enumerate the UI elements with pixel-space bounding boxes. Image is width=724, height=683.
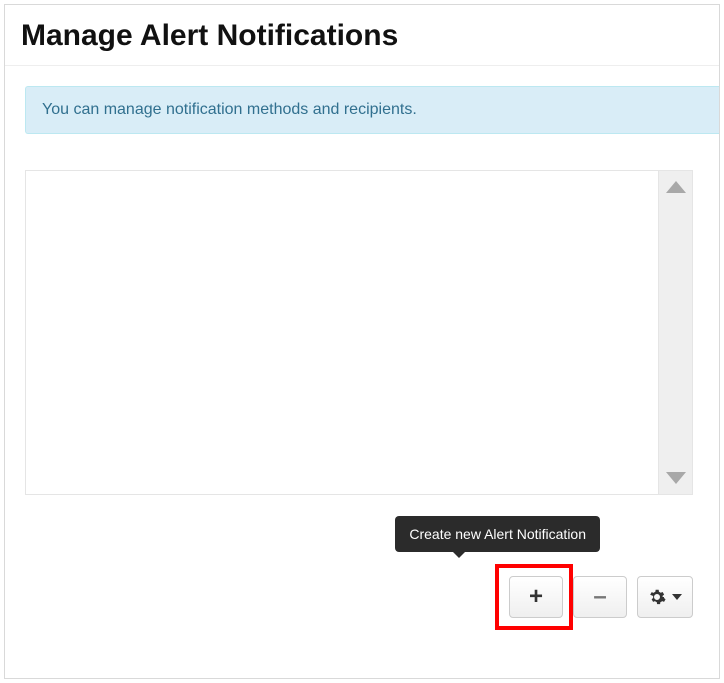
minus-icon: – — [593, 583, 606, 611]
remove-button[interactable]: – — [573, 576, 627, 618]
notification-list-body[interactable] — [26, 171, 658, 494]
scroll-down-icon[interactable] — [666, 472, 686, 484]
add-button[interactable]: + — [509, 576, 563, 618]
content-area: You can manage notification methods and … — [5, 66, 719, 495]
toolbar: + – — [509, 576, 693, 618]
info-banner: You can manage notification methods and … — [25, 86, 719, 134]
settings-button[interactable] — [637, 576, 693, 618]
plus-icon: + — [529, 583, 543, 611]
gear-icon — [648, 588, 666, 606]
notification-list — [25, 170, 693, 495]
page-title: Manage Alert Notifications — [5, 5, 719, 66]
caret-down-icon — [672, 594, 682, 600]
scrollbar[interactable] — [658, 171, 692, 494]
scroll-up-icon[interactable] — [666, 181, 686, 193]
add-button-tooltip: Create new Alert Notification — [395, 516, 600, 552]
panel: Manage Alert Notifications You can manag… — [4, 4, 720, 679]
